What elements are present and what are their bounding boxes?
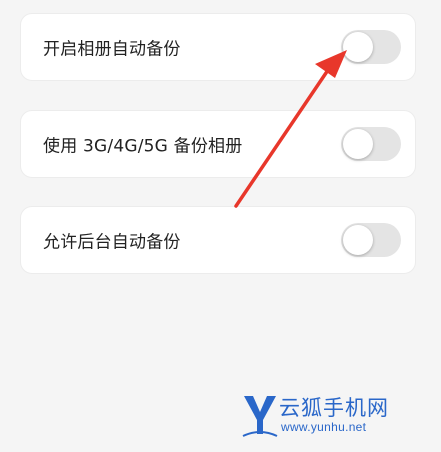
background-backup-toggle[interactable] [341,223,401,257]
setting-label: 开启相册自动备份 [43,39,181,60]
setting-row-background-backup: 允许后台自动备份 [20,206,416,274]
watermark-url: www.yunhu.net [281,420,367,434]
mobile-data-backup-toggle[interactable] [341,127,401,161]
auto-backup-toggle[interactable] [341,30,401,64]
yunhu-logo-icon [242,396,278,437]
setting-row-mobile-data-backup: 使用 3G/4G/5G 备份相册 [20,110,416,178]
setting-label: 允许后台自动备份 [43,232,181,253]
watermark: 云狐手机网 www.yunhu.net [241,392,419,440]
toggle-knob [343,129,373,159]
toggle-knob [343,225,373,255]
setting-label: 使用 3G/4G/5G 备份相册 [43,136,243,157]
watermark-title: 云狐手机网 [279,396,389,420]
toggle-knob [343,32,373,62]
setting-row-auto-backup: 开启相册自动备份 [20,13,416,81]
